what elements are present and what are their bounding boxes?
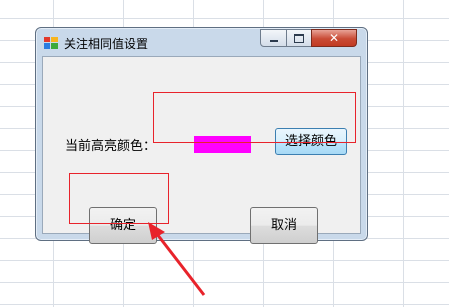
annotation-arrow-icon xyxy=(148,222,206,296)
